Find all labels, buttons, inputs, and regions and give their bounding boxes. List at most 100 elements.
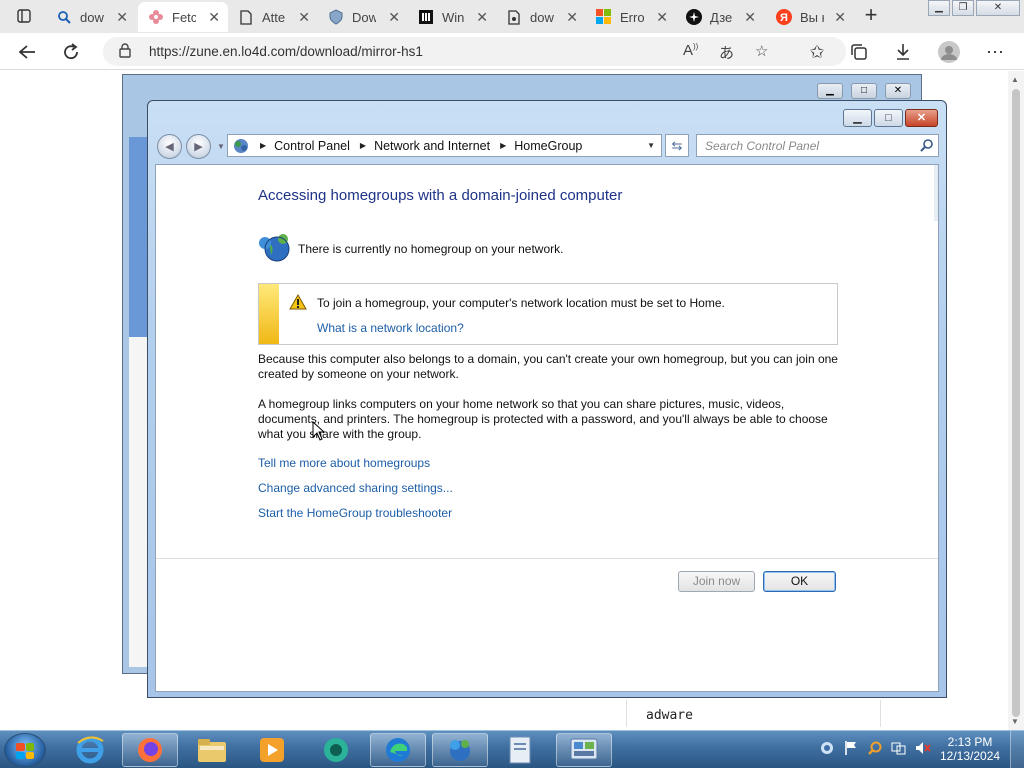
close-icon[interactable]: ✕ [656, 9, 668, 26]
url-text[interactable]: https://zune.en.lo4d.com/download/mirror… [149, 44, 423, 59]
close-icon[interactable]: ✕ [476, 9, 488, 26]
browser-tab-9[interactable]: Я Вы н ✕ [766, 2, 854, 32]
tab-actions-button[interactable] [8, 5, 40, 27]
taskbar-firefox[interactable] [122, 733, 178, 767]
scrollbar-thumb[interactable] [1012, 89, 1020, 717]
favorites-icon: ✩ [809, 41, 825, 62]
volume-muted-icon[interactable] [914, 739, 932, 757]
maximize-button[interactable]: □ [874, 109, 903, 127]
forward-nav-button[interactable]: ▶ [186, 134, 211, 159]
close-button[interactable]: ✕ [905, 109, 938, 127]
browser-tab-2[interactable]: Fetc ✕ [138, 2, 228, 32]
tab-actions-icon [17, 9, 31, 23]
page-scrollbar[interactable]: ▲ ▼ [1008, 71, 1024, 730]
downloads-button[interactable] [890, 39, 916, 65]
search-input[interactable]: Search Control Panel [696, 134, 939, 157]
join-now-button[interactable]: Join now [678, 571, 755, 592]
settings-menu-button[interactable]: ⋯ [982, 39, 1008, 65]
back-arrow-icon [18, 45, 35, 59]
browser-tab-8[interactable]: Дзе ✕ [676, 2, 764, 32]
back-nav-button[interactable]: ◀ [157, 134, 182, 159]
ok-button[interactable]: OK [763, 571, 836, 592]
scroll-down-icon[interactable]: ▼ [1011, 717, 1019, 726]
read-aloud-icon[interactable]: A)) [683, 42, 698, 59]
taskbar-app-teal[interactable] [308, 733, 364, 767]
close-window-button[interactable]: ✕ [976, 0, 1020, 16]
media-player-icon [260, 738, 284, 762]
forward-arrow-icon: ▶ [194, 141, 203, 153]
taskbar-media-player[interactable] [244, 733, 300, 767]
breadcrumb-network-internet[interactable]: Network and Internet [374, 139, 490, 153]
chevron-down-icon[interactable]: ▼ [647, 141, 655, 150]
address-bar[interactable]: https://zune.en.lo4d.com/download/mirror… [103, 37, 846, 66]
browser-tab-5[interactable]: Win ✕ [408, 2, 496, 32]
advanced-sharing-link[interactable]: Change advanced sharing settings... [258, 481, 453, 495]
scroll-up-icon[interactable]: ▲ [1011, 75, 1019, 84]
close-icon[interactable]: ✕ [116, 9, 128, 26]
taskbar-explorer[interactable] [184, 733, 240, 767]
favorites-button[interactable]: ✩ [804, 39, 830, 65]
browser-tab-3[interactable]: Atte ✕ [228, 2, 318, 32]
homegroup-help-link[interactable]: Tell me more about homegroups [258, 456, 430, 470]
refresh-button[interactable]: ⇆ [665, 134, 689, 157]
taskbar-control-panel[interactable] [556, 733, 612, 767]
browser-tab-7[interactable]: Erro ✕ [586, 2, 676, 32]
action-center-flag-icon[interactable] [842, 739, 860, 757]
close-icon[interactable]: ✕ [298, 9, 310, 26]
close-icon[interactable]: ✕ [834, 9, 846, 26]
close-icon[interactable]: ✕ [566, 9, 578, 26]
maximize-button[interactable]: ❐ [952, 0, 974, 16]
start-button[interactable] [4, 733, 46, 767]
control-panel-icon [234, 138, 248, 153]
breadcrumb-control-panel[interactable]: Control Panel [274, 139, 350, 153]
new-tab-button[interactable]: + [858, 4, 884, 28]
shield-icon [328, 9, 344, 25]
browser-tab-4[interactable]: Dow ✕ [318, 2, 408, 32]
taskbar-edge[interactable] [370, 733, 426, 767]
close-icon[interactable]: ✕ [208, 9, 220, 26]
control-panel-icon [570, 738, 598, 760]
show-desktop-button[interactable] [1010, 731, 1024, 768]
homegroup-description-text: A homegroup links computers on your home… [258, 397, 828, 441]
breadcrumb-separator-icon[interactable]: ▶ [360, 141, 366, 150]
breadcrumb-homegroup[interactable]: HomeGroup [514, 139, 582, 153]
flower-icon [148, 9, 164, 25]
browser-tab-1[interactable]: dow ✕ [46, 2, 136, 32]
taskbar-network[interactable] [432, 733, 488, 767]
close-icon[interactable]: ✕ [744, 9, 756, 26]
close-button[interactable]: ✕ [885, 83, 911, 99]
breadcrumb[interactable]: ▶ Control Panel ▶ Network and Internet ▶… [227, 134, 662, 157]
close-icon[interactable]: ✕ [388, 9, 400, 26]
translate-icon[interactable]: あ [719, 42, 734, 63]
tray-monitor-icon[interactable] [890, 739, 908, 757]
taskbar-document-app[interactable] [492, 733, 548, 767]
breadcrumb-separator-icon[interactable]: ▶ [500, 141, 506, 150]
tray-network-icon[interactable] [818, 739, 836, 757]
content-scrollbar[interactable] [934, 165, 938, 221]
troubleshooter-link[interactable]: Start the HomeGroup troubleshooter [258, 506, 452, 520]
recent-pages-dropdown-icon[interactable]: ▼ [217, 142, 225, 151]
maximize-button[interactable]: □ [851, 83, 877, 99]
back-button[interactable] [14, 39, 40, 65]
network-globe-icon [259, 234, 290, 262]
refresh-button[interactable] [58, 39, 84, 65]
add-favorite-icon[interactable]: ☆ [755, 42, 768, 60]
minimize-button[interactable]: ▁ [928, 0, 950, 16]
tab-title: Fetc [172, 9, 196, 25]
breadcrumb-separator-icon[interactable]: ▶ [260, 141, 266, 150]
profile-button[interactable] [936, 39, 962, 65]
taskbar-internet-explorer[interactable] [62, 733, 118, 767]
collections-icon [851, 44, 867, 60]
tray-search-icon[interactable] [866, 739, 884, 757]
more-icon: ⋯ [986, 41, 1004, 62]
browser-tab-6[interactable]: dow ✕ [496, 2, 586, 32]
minimize-button[interactable]: ▁ [843, 109, 872, 127]
search-icon[interactable] [920, 138, 934, 157]
network-location-link[interactable]: What is a network location? [317, 321, 464, 335]
minimize-button[interactable]: ▁ [817, 83, 843, 99]
collections-button[interactable] [846, 39, 872, 65]
lock-icon[interactable] [119, 43, 131, 63]
homegroup-status-text: There is currently no homegroup on your … [298, 242, 564, 256]
back-arrow-icon: ◀ [165, 141, 174, 153]
taskbar-clock[interactable]: 2:13 PM 12/13/2024 [940, 735, 1000, 763]
